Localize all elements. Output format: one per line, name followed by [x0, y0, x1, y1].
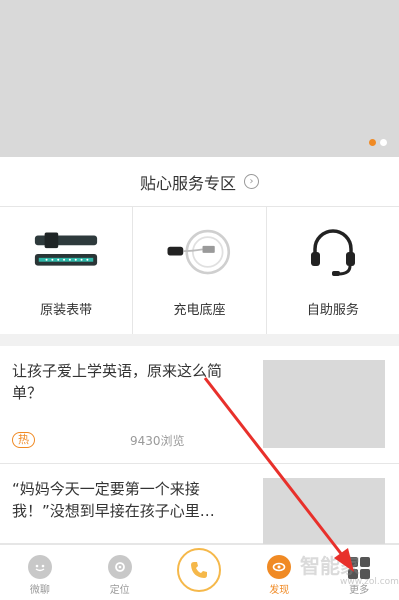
tab-call[interactable]	[160, 545, 240, 600]
article-thumbnail	[263, 360, 385, 448]
location-icon	[107, 555, 132, 579]
service-label: 充电底座	[173, 303, 226, 318]
watch-band-icon	[31, 227, 101, 277]
service-grid: 原装表带 充电底座 自助服务	[0, 207, 399, 334]
headset-icon	[298, 227, 368, 277]
service-watch-band[interactable]: 原装表带	[0, 207, 134, 334]
chevron-right-icon: ›	[244, 174, 259, 189]
article-thumbnail	[263, 478, 385, 544]
tab-location[interactable]: 定位	[80, 545, 160, 600]
service-label: 原装表带	[40, 303, 93, 318]
tab-label: 定位	[109, 585, 130, 596]
view-count: 9430浏览	[130, 434, 185, 448]
article-title: 让孩子爱上学英语，原来这么简单？	[12, 362, 223, 402]
hot-badge: 热	[12, 432, 35, 448]
article-card[interactable]: “妈妈今天一定要第一个来接我！”没想到早接在孩子心里…	[0, 464, 399, 544]
watermark: 智能家 www.zol.com	[300, 550, 399, 587]
tab-label: 微聊	[29, 585, 50, 596]
service-self-help[interactable]: 自助服务	[267, 207, 399, 334]
carousel-dot[interactable]	[380, 139, 387, 146]
watermark-text: 智能家	[300, 554, 360, 578]
service-label: 自助服务	[306, 303, 359, 318]
tab-label: 发现	[269, 585, 290, 596]
discover-icon	[267, 555, 292, 579]
service-section-header[interactable]: 贴心服务专区 ›	[0, 157, 399, 207]
carousel-dot-active[interactable]	[369, 139, 376, 146]
carousel-dots	[369, 139, 387, 146]
charging-dock-icon	[164, 227, 234, 277]
article-title: “妈妈今天一定要第一个来接我！”没想到早接在孩子心里…	[12, 480, 215, 520]
phone-icon	[177, 548, 222, 592]
tab-chat[interactable]: 微聊	[0, 545, 80, 600]
watermark-url: www.zol.com	[340, 577, 399, 587]
service-charging-dock[interactable]: 充电底座	[133, 207, 267, 334]
article-card[interactable]: 让孩子爱上学英语，原来这么简单？ 热 9430浏览	[0, 346, 399, 464]
chat-icon	[27, 555, 52, 579]
section-gap	[0, 334, 399, 346]
banner-carousel[interactable]	[0, 0, 399, 157]
section-title: 贴心服务专区	[139, 173, 236, 193]
